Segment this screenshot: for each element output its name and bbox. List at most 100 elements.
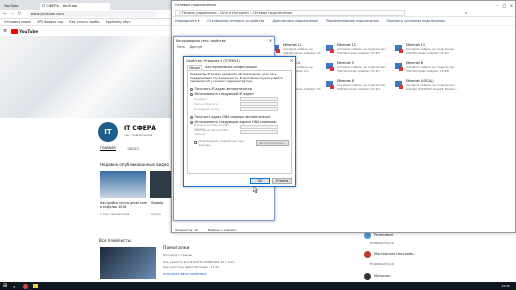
menu-icon[interactable]: ≡ [3, 28, 7, 34]
subscribe-button[interactable]: ПОДПИСАТЬСЯ [370, 241, 394, 245]
dialog-tabs: Сеть Доступ [174, 44, 274, 50]
network-adapter-icon [395, 81, 403, 89]
radio-label: Использовать следующий IP-адрес: [194, 92, 255, 96]
mask-input [240, 102, 278, 106]
tab-videos[interactable]: ВИДЕО [128, 147, 140, 151]
address-input[interactable]: www.youtube.com [26, 11, 157, 17]
sidebar-channel-name[interactable]: Мастерская Настройк... [374, 252, 416, 256]
tab-access[interactable]: Доступ [190, 45, 202, 49]
playlist-thumbnail[interactable] [100, 247, 156, 279]
toolbar-disable[interactable]: Отключение сетевого устройства [207, 19, 264, 23]
search-icon[interactable]: ⌕ [465, 10, 467, 15]
bookmark[interactable]: Отправка новое [4, 20, 31, 24]
network-adapter-icon [326, 81, 334, 89]
playlist-line: Как удалить все Б-ЖАНА-WINDOWS 10 | 1:44 [163, 260, 234, 264]
playlist-all-link[interactable]: ПОКАЗАТЬ ВЕСЬ ПЛЕЙЛИСТ [163, 272, 207, 276]
checkbox-icon [194, 141, 197, 144]
section-title: Недавно опубликованные видео [100, 162, 169, 167]
taskbar-app-browser-icon[interactable] [23, 283, 29, 289]
taskbar-app-explorer-icon[interactable] [33, 284, 39, 288]
network-adapter-icon [326, 63, 334, 71]
video-thumbnail[interactable] [100, 171, 146, 198]
sidebar-channel-avatar[interactable] [364, 251, 371, 258]
bookmark[interactable]: VPS Форекс тор [37, 20, 63, 24]
close-icon[interactable]: × [288, 58, 295, 63]
dialog-title: Свойства: IP версии 4 (TCP/IPv4) [186, 58, 240, 63]
breadcrumb[interactable]: « Панель управления › Сеть и Интернет › … [175, 9, 405, 16]
youtube-logo-icon[interactable] [11, 28, 19, 34]
dns-input [240, 125, 278, 129]
dialog-titlebar: Свойства: IP версии 4 (TCP/IPv4) × [184, 57, 295, 64]
tab-label: IT СФЕРА - YouTube [42, 4, 78, 8]
clock-time[interactable]: 12:45 [501, 284, 510, 288]
adapter-device: TAP-Windows Adapter V9 [283, 51, 321, 55]
playlist-title[interactable]: Помогалки [163, 246, 189, 251]
ok-button[interactable]: ОК [250, 178, 270, 184]
toolbar-diagnose[interactable]: Диагностика подключения [272, 19, 318, 23]
bookmark[interactable]: AppGeeky обуч [106, 20, 131, 24]
subscribe-button[interactable]: ПОДПИСАТЬСЯ [370, 262, 394, 266]
radio-icon [190, 120, 193, 124]
reload-icon[interactable]: ↻ [17, 11, 21, 17]
sidebar-channel-name[interactable]: Myhacom [374, 274, 390, 278]
tab-home[interactable]: ГЛАВНАЯ [100, 146, 116, 151]
alternate-dns-field: Альтернативный DNS-сервер: [190, 128, 289, 136]
dialog-titlebar: Беспроводная сеть: свойства × [174, 37, 274, 44]
forward-icon[interactable]: → [10, 11, 14, 17]
radio-label: Получить адрес DNS-сервера автоматически [194, 115, 271, 119]
adapter-device: Intel(R) 82566DC Gigabit Networ... [406, 87, 459, 91]
back-icon[interactable]: ← [3, 11, 7, 17]
adapter-device: TAP-Windows Adapter V9 #4 [337, 87, 380, 91]
validate-checkbox-row[interactable]: Подтвердить параметры при выходе Дополни… [190, 139, 289, 147]
toolbar-rename[interactable]: Переименование подключения [326, 19, 379, 23]
field-label: IP-адрес: [194, 97, 209, 101]
network-adapter-icon [395, 45, 403, 53]
window-titlebar: Сетевые подключения – □ × [172, 1, 515, 9]
cancel-button[interactable]: Отмена [272, 178, 292, 184]
ipv4-properties-dialog: Свойства: IP версии 4 (TCP/IPv4) × Общие… [183, 56, 296, 187]
adapter-item[interactable]: Ethernet (LOCAL) Сетевой кабель не подклю… [394, 78, 464, 102]
browser-tab-youtube[interactable]: YouTube [2, 3, 38, 10]
network-adapter-icon [326, 45, 334, 53]
sidebar-channel-name[interactable]: Резиновые [374, 233, 393, 237]
command-bar: Упорядочить ▾ Отключение сетевого устрой… [172, 17, 515, 26]
radio-icon [190, 92, 193, 96]
playlist-line: Как очистить файл Windows - 11:51 [163, 265, 220, 269]
adapter-item[interactable]: Ethernet 8 Сетевой кабель не подключен TAP… [325, 78, 391, 102]
general-panel: Параметры IP можно назначать автоматичес… [187, 70, 292, 174]
status-count: Элементов: 16 [175, 228, 199, 232]
start-icon[interactable]: ⊞ [3, 283, 7, 289]
field-label: Основной шлюз: [194, 107, 221, 111]
ip-input [240, 97, 278, 101]
tab-alternate[interactable]: Альтернативная конфигурация [205, 65, 257, 69]
subscriber-count: тыс. подписчиков [124, 133, 153, 137]
tab-general[interactable]: Общие [187, 64, 203, 70]
gateway-input [240, 107, 278, 111]
status-selected: Выбран 1 элемент [208, 228, 238, 232]
video-title[interactable]: Настройка почты gmail.com в onДелок 2018 [100, 201, 148, 209]
advanced-button[interactable]: Дополнительно... [256, 139, 289, 146]
sidebar-channel-avatar[interactable] [364, 232, 371, 239]
close-icon[interactable]: × [508, 3, 515, 8]
adapter-device: TAP-Windows Adapter V9 #3 [337, 51, 380, 55]
status-bar: Элементов: 16 Выбран 1 элемент [172, 227, 515, 233]
radio-selected-icon [190, 115, 193, 119]
video-meta: 1 тыс. просмотров [100, 212, 130, 216]
minimize-icon[interactable]: – [494, 3, 501, 8]
tab-network[interactable]: Сеть [177, 45, 185, 49]
toolbar-organize[interactable]: Упорядочить ▾ [175, 19, 199, 23]
field-label: Альтернативный DNS-сервер: [194, 128, 230, 136]
taskbar-search-icon[interactable]: ⌕ [13, 284, 15, 289]
youtube-logo[interactable]: YouTube [19, 29, 38, 34]
video-thumbnail[interactable] [150, 171, 172, 198]
toolbar-status[interactable]: Просмотр состояния подключения [387, 19, 445, 23]
bookmark[interactable]: Как узнать прибы [69, 20, 99, 24]
video-title[interactable]: Провер [151, 201, 163, 205]
adapter-device: TAP-Windows Adapter V9 #2 [406, 51, 449, 55]
gateway-field: Основной шлюз: [190, 107, 289, 112]
sidebar-channel-avatar[interactable] [364, 273, 371, 280]
maximize-icon[interactable]: □ [501, 3, 508, 8]
close-icon[interactable]: × [267, 38, 274, 43]
browser-tab-active[interactable]: IT СФЕРА - YouTube [40, 3, 110, 10]
window-title: Сетевые подключения [175, 3, 216, 7]
